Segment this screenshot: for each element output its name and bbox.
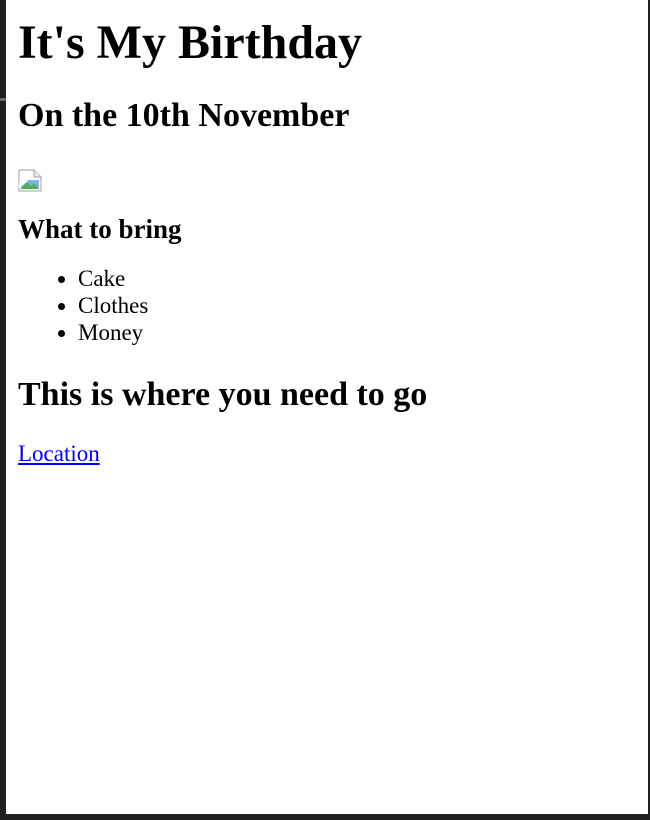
location-link[interactable]: Location — [18, 440, 100, 467]
list-item: Clothes — [78, 292, 648, 319]
page-title: It's My Birthday — [18, 16, 363, 69]
bring-list: Cake Clothes Money — [18, 265, 648, 346]
list-item: Money — [78, 319, 648, 346]
bring-heading: What to bring — [18, 214, 182, 244]
page-content: It's My Birthday On the 10th November Wh… — [18, 0, 648, 467]
list-item: Cake — [78, 265, 648, 292]
page-viewport: It's My Birthday On the 10th November Wh… — [6, 0, 648, 814]
directions-heading: This is where you need to go — [18, 376, 428, 413]
broken-image-icon — [18, 168, 42, 192]
date-heading: On the 10th November — [18, 97, 350, 134]
